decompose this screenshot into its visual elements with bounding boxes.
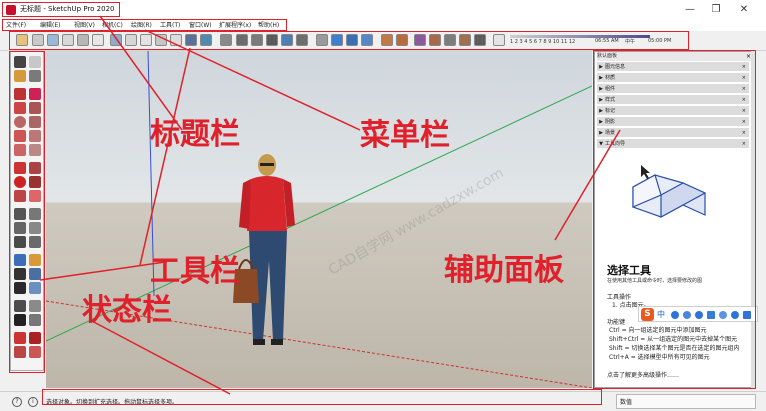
close-button[interactable]: ✕ (737, 3, 751, 17)
minimize-button[interactable]: — (683, 3, 697, 17)
annotation-status-bar: 状态栏 (82, 293, 172, 328)
status-bar-highlight (42, 389, 602, 405)
annotation-title-bar: 标题栏 (150, 117, 240, 152)
maximize-button[interactable]: ❐ (709, 3, 723, 17)
sketchup-window: 无标题 - SketchUp Pro 2020 — ❐ ✕ 文件(F) 编辑(E… (0, 0, 766, 411)
modeling-viewport[interactable]: CAD自学网 www.cadzxw.com (46, 51, 592, 388)
tray-highlight (593, 50, 756, 389)
info-icon[interactable]: i (28, 397, 38, 407)
axes-lines (46, 51, 592, 388)
title-bar-highlight (2, 2, 120, 17)
annotation-menu-bar: 菜单栏 (360, 118, 450, 153)
annotation-tray: 辅助面板 (444, 253, 564, 288)
measurements-label: 数值 (620, 399, 633, 406)
geo-location-icon[interactable]: ? (12, 397, 22, 407)
left-toolbar-highlight (9, 51, 45, 373)
menu-bar-highlight (2, 19, 287, 31)
annotation-toolbar: 工具栏 (150, 254, 240, 289)
person-figure[interactable] (229, 151, 309, 351)
top-toolbar-highlight (9, 31, 689, 50)
measurements-box[interactable] (616, 394, 756, 409)
